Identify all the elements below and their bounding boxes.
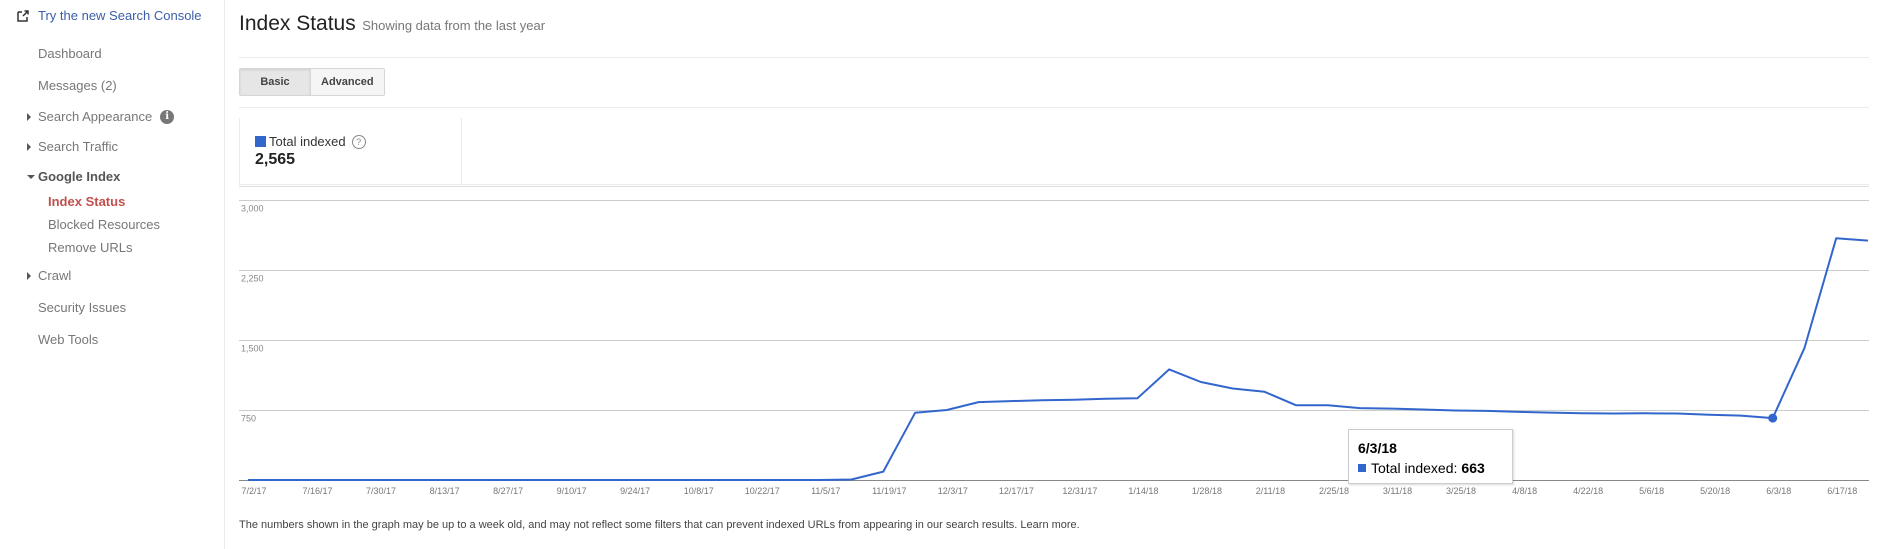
x-tick-label: 9/24/17 (620, 486, 650, 496)
highlighted-data-point (1768, 413, 1778, 423)
sidebar-item-label: Search Appearance (38, 109, 153, 124)
x-tick-label: 8/13/17 (430, 486, 460, 496)
metric-label: Total indexed (269, 134, 346, 149)
x-tick-label: 5/20/18 (1700, 486, 1730, 496)
y-tick-label: 3,000 (241, 204, 264, 214)
sidebar-item-label: Web Tools (38, 332, 99, 347)
sidebar-item-google-index[interactable]: Google Index (27, 169, 121, 184)
x-tick-label: 10/22/17 (745, 486, 780, 496)
x-tick-label: 12/31/17 (1062, 486, 1097, 496)
sidebar-item-search-appearance[interactable]: Search Appearance i (27, 109, 175, 124)
sidebar-item-label: Google Index (38, 169, 121, 184)
sidebar-item-web-tools[interactable]: Web Tools (38, 332, 98, 347)
sidebar-item-label: Dashboard (38, 46, 102, 61)
try-new-search-console-label: Try the new Search Console (38, 8, 202, 23)
page-title: Index Status (239, 12, 356, 35)
tooltip-value: 663 (1461, 460, 1485, 476)
x-tick-label: 7/2/17 (241, 486, 266, 496)
tooltip-date: 6/3/18 (1358, 440, 1397, 456)
collapse-arrow-icon (27, 175, 35, 179)
x-tick-label: 4/8/18 (1512, 486, 1537, 496)
x-tick-label: 4/22/18 (1573, 486, 1603, 496)
divider (239, 107, 1869, 108)
x-tick-label: 9/10/17 (557, 486, 587, 496)
sidebar-item-label: Messages (2) (38, 78, 117, 93)
x-tick-label: 7/30/17 (366, 486, 396, 496)
sidebar-item-label: Crawl (38, 268, 72, 283)
x-tick-label: 12/17/17 (999, 486, 1034, 496)
sidebar-item-messages[interactable]: Messages (2) (38, 78, 117, 93)
try-new-search-console-link[interactable]: Try the new Search Console (16, 8, 202, 23)
x-tick-label: 5/6/18 (1639, 486, 1664, 496)
sidebar-item-search-traffic[interactable]: Search Traffic (27, 139, 118, 154)
external-link-icon (17, 9, 29, 22)
x-tick-label: 1/14/18 (1128, 486, 1158, 496)
sidebar-subitem-blocked-resources[interactable]: Blocked Resources (48, 217, 160, 232)
series-line-total-indexed (248, 237, 1869, 481)
total-indexed-metric[interactable]: Total indexed ? 2,565 (239, 118, 462, 185)
y-tick-label: 1,500 (241, 344, 264, 354)
x-tick-label: 12/3/17 (938, 486, 968, 496)
footnote-text: The numbers shown in the graph may be up… (239, 519, 1018, 531)
sidebar-item-label: Search Traffic (38, 139, 118, 154)
x-tick-label: 7/16/17 (303, 486, 333, 496)
expand-arrow-icon (27, 272, 31, 280)
x-tick-label: 2/25/18 (1319, 486, 1349, 496)
tooltip-value-row: Total indexed: 663 (1358, 460, 1485, 476)
sidebar: Try the new Search Console Dashboard Mes… (0, 0, 225, 549)
x-tick-label: 6/17/18 (1827, 486, 1857, 496)
metric-label-row: Total indexed ? (255, 134, 366, 149)
y-tick-label: 750 (241, 414, 256, 424)
divider (239, 184, 1869, 185)
x-tick-label: 3/25/18 (1446, 486, 1476, 496)
main-content: Index Status Showing data from the last … (239, 0, 1869, 549)
view-mode-toggle: Basic Advanced (239, 68, 385, 96)
x-tick-label: 2/11/18 (1256, 486, 1285, 496)
title-row: Index Status Showing data from the last … (239, 12, 545, 36)
x-tick-label: 10/8/17 (684, 486, 714, 496)
x-tick-label: 8/27/17 (493, 486, 523, 496)
expand-arrow-icon (27, 113, 31, 121)
footnote: The numbers shown in the graph may be up… (239, 519, 1080, 531)
sidebar-subitem-index-status[interactable]: Index Status (48, 194, 125, 209)
y-tick-label: 2,250 (241, 274, 264, 284)
legend-swatch-icon (255, 136, 266, 147)
x-tick-label: 3/11/18 (1383, 486, 1412, 496)
tab-basic[interactable]: Basic (240, 69, 311, 95)
tab-advanced[interactable]: Advanced (311, 69, 384, 95)
info-icon[interactable]: i (160, 109, 175, 124)
sidebar-item-dashboard[interactable]: Dashboard (38, 46, 102, 61)
x-tick-label: 11/5/17 (811, 486, 840, 496)
expand-arrow-icon (27, 143, 31, 151)
divider (239, 57, 1869, 58)
sidebar-item-security-issues[interactable]: Security Issues (38, 300, 126, 315)
tooltip-label: Total indexed: (1371, 460, 1458, 476)
learn-more-link[interactable]: Learn more. (1020, 519, 1079, 531)
sidebar-subitem-remove-urls[interactable]: Remove URLs (48, 240, 133, 255)
x-tick-label: 1/28/18 (1192, 486, 1222, 496)
x-tick-label: 6/3/18 (1766, 486, 1791, 496)
sidebar-item-crawl[interactable]: Crawl (27, 268, 72, 283)
metric-value: 2,565 (255, 151, 296, 168)
sidebar-item-label: Security Issues (38, 300, 127, 315)
legend-swatch-icon (1358, 464, 1366, 472)
x-tick-label: 11/19/17 (872, 486, 906, 496)
help-icon[interactable]: ? (351, 134, 366, 149)
page-subtitle: Showing data from the last year (362, 18, 546, 33)
chart-tooltip: 6/3/18 Total indexed: 663 (1348, 429, 1513, 484)
index-status-chart[interactable]: 3,000 2,250 1,500 750 7/2/17 7/16/17 7/30/17 8/… (239, 186, 1869, 506)
